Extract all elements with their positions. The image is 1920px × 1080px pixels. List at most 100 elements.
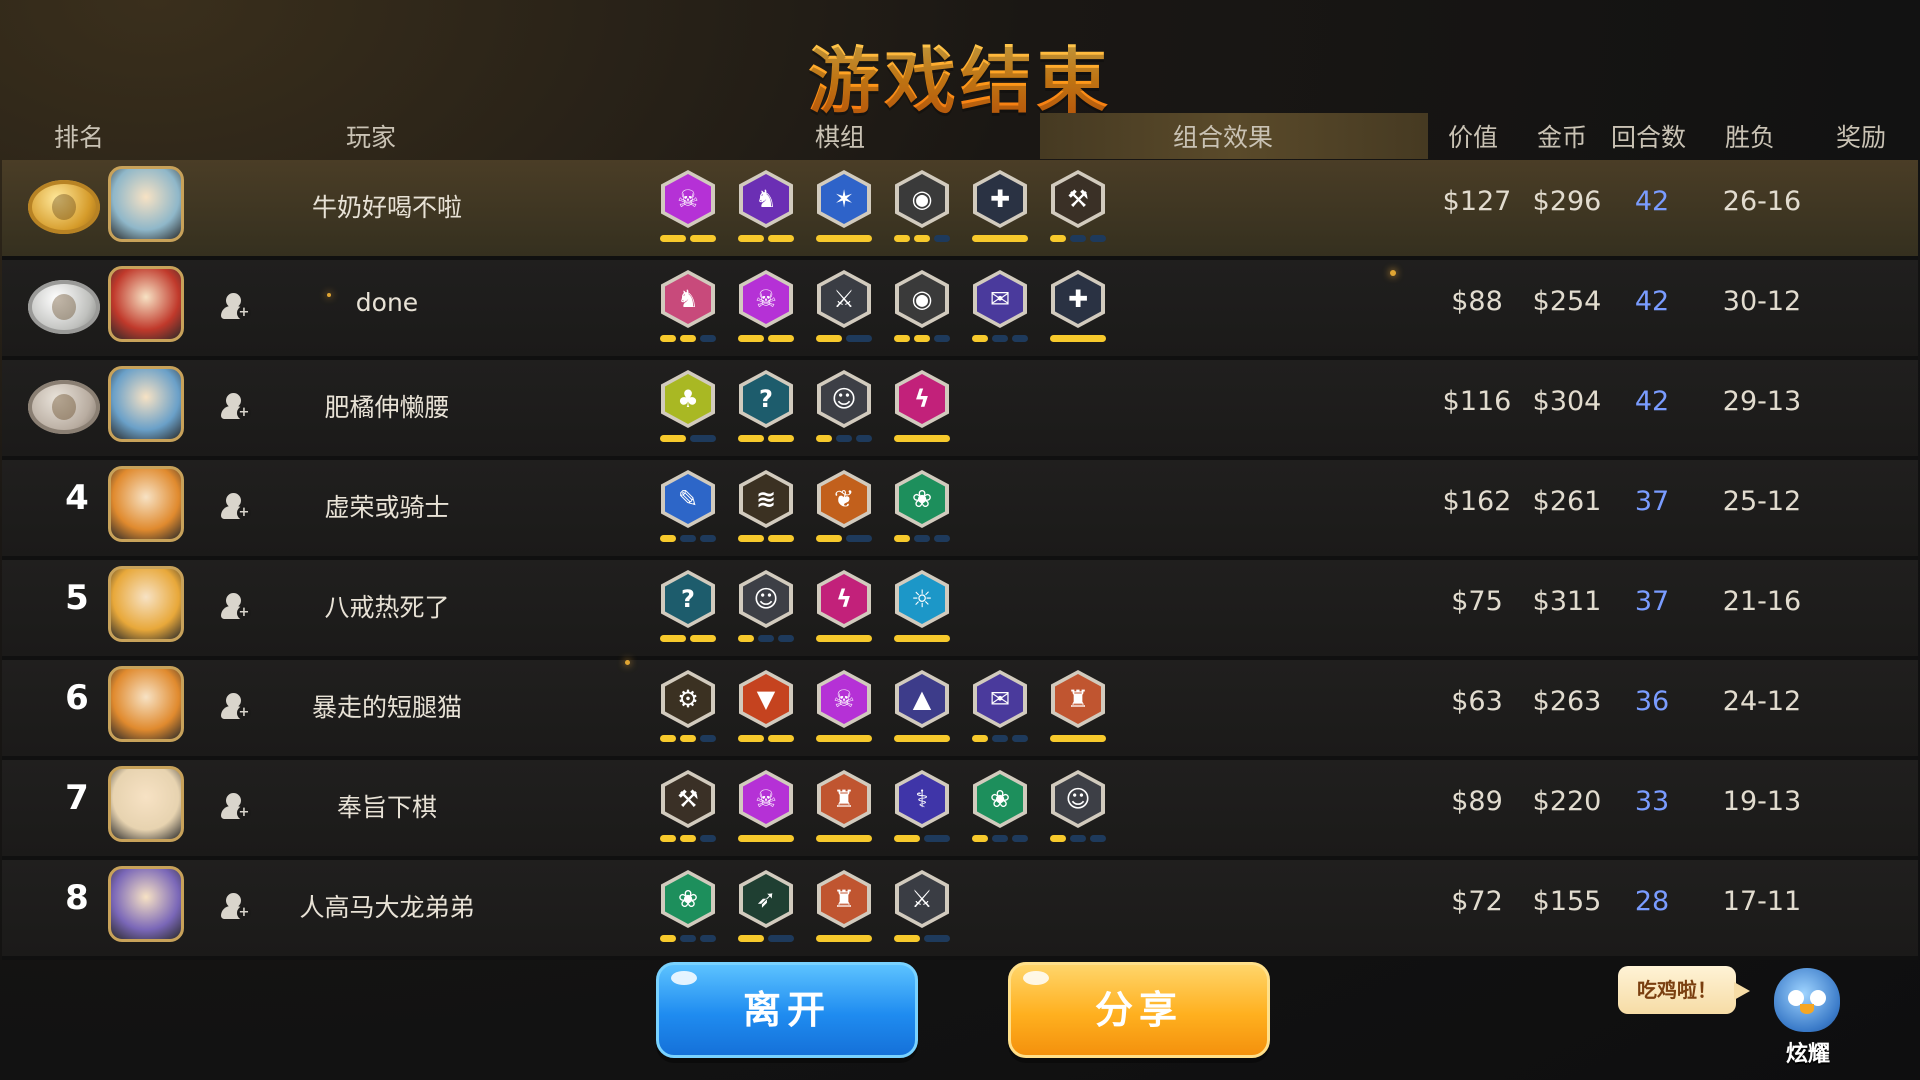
stat-record: 24-12 bbox=[1722, 686, 1802, 717]
stat-rounds: 42 bbox=[1634, 286, 1670, 317]
player-avatar[interactable] bbox=[108, 266, 184, 342]
level-segment bbox=[768, 435, 794, 442]
synergy-trait[interactable]: ≋ bbox=[734, 470, 798, 550]
synergy-trait[interactable]: ☠ bbox=[734, 270, 798, 350]
brag-button-label[interactable]: 炫耀 bbox=[1768, 1036, 1848, 1068]
level-segment bbox=[1012, 835, 1028, 842]
add-friend-icon[interactable]: + bbox=[220, 292, 251, 322]
level-segment bbox=[768, 335, 794, 342]
synergy-trait[interactable]: ☠ bbox=[656, 170, 720, 250]
player-avatar[interactable] bbox=[108, 766, 184, 842]
share-button[interactable]: 分享 bbox=[1008, 962, 1270, 1058]
synergy-trait[interactable]: ♞ bbox=[656, 270, 720, 350]
player-avatar[interactable] bbox=[108, 866, 184, 942]
synergy-level-bar bbox=[816, 835, 872, 843]
synergy-level-bar bbox=[972, 835, 1028, 843]
player-name: 牛奶好喝不啦 bbox=[311, 193, 462, 222]
stat-record: 19-13 bbox=[1722, 786, 1802, 817]
player-avatar[interactable] bbox=[108, 566, 184, 642]
plus-icon: + bbox=[237, 405, 251, 420]
plus-icon: + bbox=[237, 705, 251, 720]
synergy-trait[interactable]: ▲ bbox=[890, 670, 954, 750]
synergy-trait[interactable]: ❀ bbox=[656, 870, 720, 950]
player-avatar[interactable] bbox=[108, 466, 184, 542]
synergy-trait[interactable]: ❀ bbox=[968, 770, 1032, 850]
level-segment bbox=[660, 735, 676, 742]
player-name: 奉旨下棋 bbox=[336, 793, 437, 822]
level-segment bbox=[816, 935, 872, 942]
bird-mascot-icon[interactable] bbox=[1774, 968, 1840, 1032]
synergy-trait[interactable]: ⚙ bbox=[656, 670, 720, 750]
synergy-trait[interactable]: ✚ bbox=[1046, 270, 1110, 350]
add-friend-icon[interactable]: + bbox=[220, 592, 251, 622]
synergy-level-bar bbox=[894, 235, 950, 243]
synergy-trait[interactable]: ♣ bbox=[656, 370, 720, 450]
plus-icon: + bbox=[237, 905, 251, 920]
header-synergy[interactable]: 组合效果 bbox=[1173, 118, 1273, 154]
synergy-trait[interactable]: ☺ bbox=[812, 370, 876, 450]
synergy-level-bar bbox=[816, 535, 872, 543]
synergy-trait[interactable]: ♜ bbox=[1046, 670, 1110, 750]
synergy-trait[interactable]: ✶ bbox=[812, 170, 876, 250]
synergy-trait[interactable]: ⚔ bbox=[890, 870, 954, 950]
player-name: 人高马大龙弟弟 bbox=[299, 893, 475, 922]
synergy-trait[interactable]: ϟ bbox=[890, 370, 954, 450]
level-segment bbox=[924, 835, 950, 842]
synergy-trait[interactable]: ✎ bbox=[656, 470, 720, 550]
synergy-trait[interactable]: ☠ bbox=[734, 770, 798, 850]
synergy-trait[interactable]: ✉ bbox=[968, 670, 1032, 750]
synergy-trait[interactable]: ☺ bbox=[1046, 770, 1110, 850]
synergy-trait[interactable]: ➶ bbox=[734, 870, 798, 950]
synergy-trait[interactable]: ☺ bbox=[734, 570, 798, 650]
synergy-trait[interactable]: ✉ bbox=[968, 270, 1032, 350]
stat-rounds: 36 bbox=[1634, 686, 1670, 717]
synergy-trait[interactable]: ◉ bbox=[890, 270, 954, 350]
add-friend-icon[interactable]: + bbox=[220, 692, 251, 722]
add-friend-icon[interactable]: + bbox=[220, 792, 251, 822]
level-segment bbox=[914, 235, 930, 242]
synergy-trait[interactable]: ⚔ bbox=[812, 270, 876, 350]
synergy-trait[interactable]: ❦ bbox=[812, 470, 876, 550]
synergy-level-bar bbox=[972, 335, 1028, 343]
table-row: 5 + 八戒热死了? ☺ ϟ ☼ $75 $311 37 21-16 bbox=[2, 560, 1918, 660]
player-avatar[interactable] bbox=[108, 666, 184, 742]
synergy-trait[interactable]: ♜ bbox=[812, 870, 876, 950]
synergy-trait[interactable]: ϟ bbox=[812, 570, 876, 650]
synergy-trait[interactable]: ♜ bbox=[812, 770, 876, 850]
stat-record: 30-12 bbox=[1722, 286, 1802, 317]
synergy-trait[interactable]: ⚕ bbox=[890, 770, 954, 850]
level-segment bbox=[1070, 835, 1086, 842]
level-segment bbox=[690, 635, 716, 642]
add-friend-icon[interactable]: + bbox=[220, 392, 251, 422]
level-segment bbox=[816, 435, 832, 442]
synergy-trait[interactable]: ⚒ bbox=[1046, 170, 1110, 250]
table-row: 8 + 人高马大龙弟弟 ❀ ➶ ♜ ⚔ $72 $155 28 17-11 bbox=[2, 860, 1918, 960]
level-segment bbox=[700, 935, 716, 942]
leave-button[interactable]: 离开 bbox=[656, 962, 918, 1058]
synergy-level-bar bbox=[738, 835, 794, 843]
synergy-trait[interactable]: ▼ bbox=[734, 670, 798, 750]
synergy-trait[interactable]: ? bbox=[656, 570, 720, 650]
synergy-trait[interactable]: ⚒ bbox=[656, 770, 720, 850]
level-segment bbox=[816, 835, 872, 842]
synergy-trait[interactable]: ◉ bbox=[890, 170, 954, 250]
level-segment bbox=[758, 635, 774, 642]
synergy-level-bar bbox=[816, 235, 872, 243]
add-friend-icon[interactable]: + bbox=[220, 492, 251, 522]
synergy-level-bar bbox=[738, 335, 794, 343]
synergy-level-bar bbox=[660, 235, 716, 243]
synergy-trait[interactable]: ? bbox=[734, 370, 798, 450]
add-friend-icon[interactable]: + bbox=[220, 892, 251, 922]
player-avatar[interactable] bbox=[108, 366, 184, 442]
synergy-trait[interactable]: ☼ bbox=[890, 570, 954, 650]
level-segment bbox=[894, 735, 950, 742]
synergy-level-bar bbox=[738, 735, 794, 743]
level-segment bbox=[660, 435, 686, 442]
level-segment bbox=[894, 335, 910, 342]
synergy-trait[interactable]: ☠ bbox=[812, 670, 876, 750]
synergy-trait[interactable]: ✚ bbox=[968, 170, 1032, 250]
synergy-trait[interactable]: ♞ bbox=[734, 170, 798, 250]
synergy-trait[interactable]: ❀ bbox=[890, 470, 954, 550]
player-avatar[interactable] bbox=[108, 166, 184, 242]
synergy-level-bar bbox=[972, 735, 1028, 743]
